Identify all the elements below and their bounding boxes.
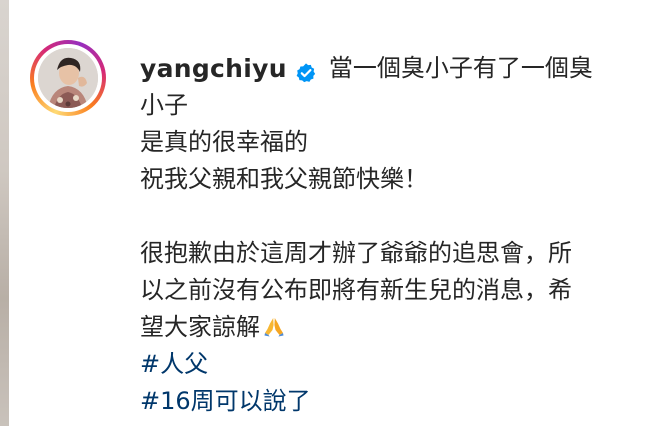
post-caption-view: yangchiyu 當一個臭小子有了一個臭 小子 是真的很幸福的 祝我父親和我父… <box>0 0 672 426</box>
story-ring[interactable] <box>30 40 106 116</box>
caption-line: 祝我父親和我父親節快樂！ <box>140 165 428 193</box>
background-edge <box>0 0 9 426</box>
caption-line: 以之前沒有公布即將有新生兒的消息，希 <box>140 276 572 304</box>
hashtag-link[interactable]: #人父 <box>140 346 660 383</box>
username-link[interactable]: yangchiyu <box>140 50 287 87</box>
paragraph-break <box>140 198 660 235</box>
avatar-photo <box>38 48 98 108</box>
hashtag-link[interactable]: #16周可以說了 <box>140 383 660 420</box>
caption-line: 當一個臭小子有了一個臭 <box>328 54 593 82</box>
caption: yangchiyu 當一個臭小子有了一個臭 小子 是真的很幸福的 祝我父親和我父… <box>140 50 660 420</box>
caption-line: 小子 <box>140 91 188 119</box>
caption-line: 很抱歉由於這周才辦了爺爺的追思會，所 <box>140 239 572 267</box>
caption-header: yangchiyu 當一個臭小子有了一個臭 <box>140 50 660 87</box>
caption-text: 望大家諒解 <box>140 313 260 341</box>
folded-hands-emoji-icon <box>262 312 286 337</box>
caption-line: 是真的很幸福的 <box>140 128 308 156</box>
verified-badge-icon <box>295 58 317 82</box>
caption-line-last: 望大家諒解 <box>140 309 660 346</box>
avatar[interactable] <box>38 48 98 108</box>
